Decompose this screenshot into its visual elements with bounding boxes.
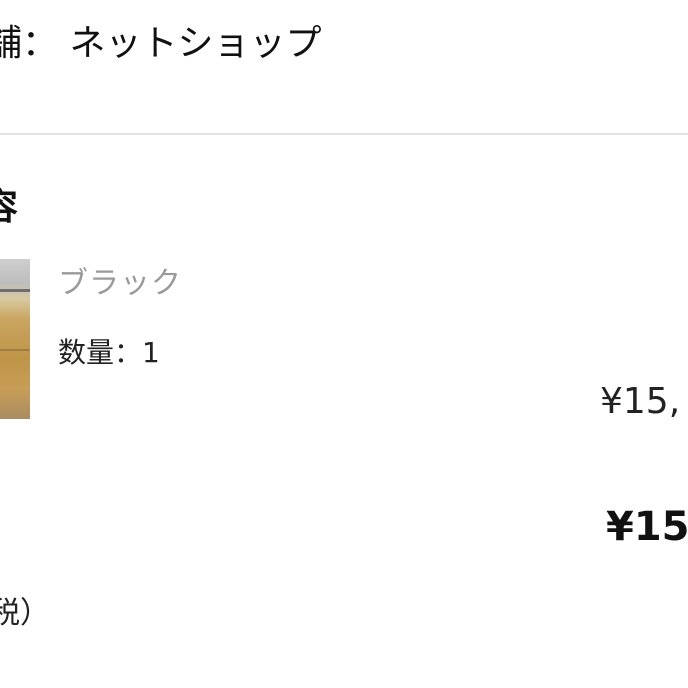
section-title: 容 xyxy=(0,187,19,228)
item-price: ¥15, xyxy=(600,381,681,422)
divider xyxy=(0,133,688,135)
tax-note: 税） xyxy=(0,596,50,631)
store-name: 舗： ネットショップ xyxy=(0,23,322,64)
thumbnail-detail xyxy=(0,349,30,351)
item-variant: ブラック xyxy=(58,266,182,301)
item-quantity: 数量：1 xyxy=(58,336,160,369)
thumbnail-detail xyxy=(0,289,30,292)
total-price: ¥15 xyxy=(606,504,688,550)
order-detail-page: 舗： ネットショップ 容 ブラック 数量：1 ¥15, ¥15 税） xyxy=(0,0,688,688)
product-thumbnail[interactable] xyxy=(0,259,30,419)
